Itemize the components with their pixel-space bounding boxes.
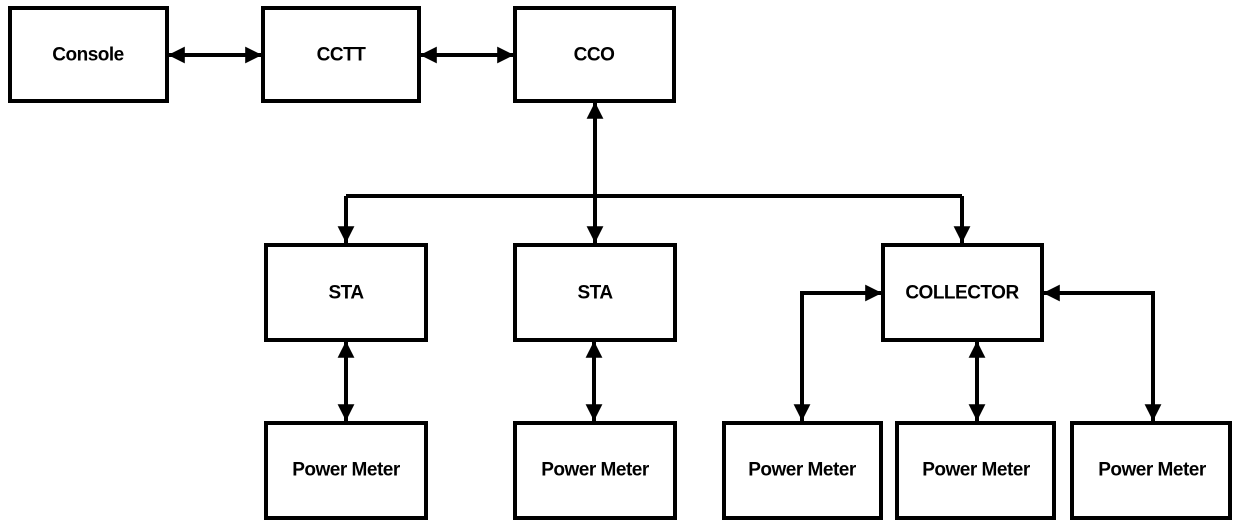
- node-power-meter-1: Power Meter: [264, 421, 428, 520]
- network-topology-diagram: Console CCTT CCO STA STA COLLECTOR Power…: [8, 6, 1232, 520]
- node-label: CCO: [574, 45, 615, 66]
- node-label: Power Meter: [922, 460, 1031, 481]
- node-label: Console: [52, 45, 123, 66]
- node-sta-1: STA: [264, 243, 428, 342]
- node-label: Power Meter: [1098, 460, 1207, 481]
- node-cco: CCO: [513, 6, 676, 103]
- node-label: CCTT: [317, 45, 367, 66]
- node-label: STA: [328, 283, 364, 304]
- connections: [168, 46, 1162, 421]
- node-label: COLLECTOR: [905, 283, 1019, 304]
- node-label: Power Meter: [292, 460, 401, 481]
- node-power-meter-3: Power Meter: [722, 421, 883, 520]
- edge-collector-power-meter-5: [1043, 284, 1162, 421]
- node-label: STA: [577, 283, 613, 304]
- node-power-meter-2: Power Meter: [513, 421, 677, 520]
- node-label: Power Meter: [748, 460, 857, 481]
- edge-collector-power-meter-3: [793, 284, 882, 421]
- node-power-meter-4: Power Meter: [895, 421, 1056, 520]
- node-cctt: CCTT: [261, 6, 421, 103]
- node-label: Power Meter: [541, 460, 650, 481]
- node-collector: COLLECTOR: [881, 243, 1044, 342]
- node-power-meter-5: Power Meter: [1070, 421, 1232, 520]
- node-sta-2: STA: [513, 243, 677, 342]
- node-console: Console: [8, 6, 169, 103]
